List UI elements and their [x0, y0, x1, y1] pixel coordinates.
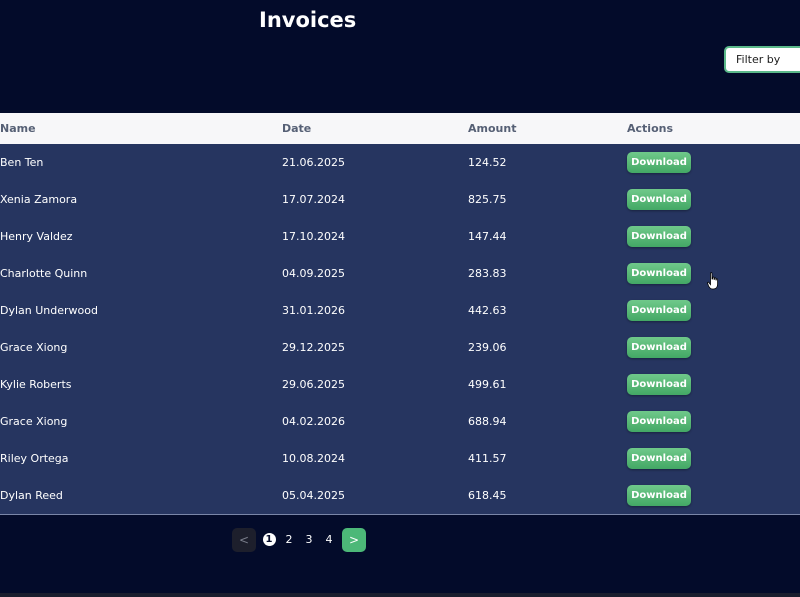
page-1-button[interactable]: 1: [261, 528, 277, 552]
invoice-amount: 825.75: [468, 193, 507, 206]
previous-page-button[interactable]: <: [232, 528, 256, 552]
invoice-name: Grace Xiong: [0, 341, 68, 354]
table-row: Charlotte Quinn 04.09.2025 283.83 Downlo…: [0, 255, 800, 292]
invoice-name: Riley Ortega: [0, 452, 69, 465]
page-2-button[interactable]: 2: [281, 528, 297, 552]
invoice-date: 04.02.2026: [282, 415, 345, 428]
invoice-amount: 618.45: [468, 489, 507, 502]
download-button[interactable]: Download: [627, 411, 691, 432]
invoice-name: Charlotte Quinn: [0, 267, 88, 280]
invoice-amount: 499.61: [468, 378, 507, 391]
invoice-date: 31.01.2026: [282, 304, 345, 317]
invoice-name: Grace Xiong: [0, 415, 68, 428]
download-button[interactable]: Download: [627, 226, 691, 247]
table-row: Kylie Roberts 29.06.2025 499.61 Download: [0, 366, 800, 403]
download-button[interactable]: Download: [627, 189, 691, 210]
table-row: Dylan Reed 05.04.2025 618.45 Download: [0, 477, 800, 514]
download-button[interactable]: Download: [627, 448, 691, 469]
column-header-date[interactable]: Date: [282, 113, 311, 144]
next-page-button[interactable]: >: [342, 528, 366, 552]
invoice-date: 10.08.2024: [282, 452, 345, 465]
invoice-date: 17.07.2024: [282, 193, 345, 206]
hand-cursor-icon: [707, 272, 718, 290]
invoice-name: Dylan Reed: [0, 489, 63, 502]
invoice-amount: 283.83: [468, 267, 507, 280]
table-row: Grace Xiong 04.02.2026 688.94 Download: [0, 403, 800, 440]
column-header-name[interactable]: Name: [0, 113, 36, 144]
invoice-name: Henry Valdez: [0, 230, 73, 243]
page-title: Invoices: [259, 8, 357, 32]
invoice-amount: 147.44: [468, 230, 507, 243]
invoice-amount: 411.57: [468, 452, 507, 465]
invoice-date: 04.09.2025: [282, 267, 345, 280]
invoice-date: 29.12.2025: [282, 341, 345, 354]
table-row: Dylan Underwood 31.01.2026 442.63 Downlo…: [0, 292, 800, 329]
invoice-date: 05.04.2025: [282, 489, 345, 502]
invoice-name: Xenia Zamora: [0, 193, 78, 206]
table-row: Grace Xiong 29.12.2025 239.06 Download: [0, 329, 800, 366]
invoice-name: Ben Ten: [0, 156, 44, 169]
taskbar-strip: [0, 593, 800, 597]
invoice-table-body: Ben Ten 21.06.2025 124.52 Download Xenia…: [0, 144, 800, 515]
table-header: Name Date Amount Actions: [0, 113, 800, 144]
invoice-amount: 124.52: [468, 156, 507, 169]
page-3-button[interactable]: 3: [301, 528, 317, 552]
page-number: 1: [262, 532, 276, 546]
table-row: Ben Ten 21.06.2025 124.52 Download: [0, 144, 800, 181]
invoice-amount: 239.06: [468, 341, 507, 354]
invoice-name: Kylie Roberts: [0, 378, 72, 391]
invoice-date: 21.06.2025: [282, 156, 345, 169]
invoice-amount: 688.94: [468, 415, 507, 428]
page-4-button[interactable]: 4: [321, 528, 337, 552]
filter-input[interactable]: Filter by: [724, 46, 800, 73]
invoice-name: Dylan Underwood: [0, 304, 98, 317]
table-row: Riley Ortega 10.08.2024 411.57 Download: [0, 440, 800, 477]
column-header-actions: Actions: [627, 122, 673, 135]
download-button[interactable]: Download: [627, 337, 691, 358]
download-button[interactable]: Download: [627, 263, 691, 284]
invoice-amount: 442.63: [468, 304, 507, 317]
download-button[interactable]: Download: [627, 485, 691, 506]
download-button[interactable]: Download: [627, 374, 691, 395]
download-button[interactable]: Download: [627, 300, 691, 321]
table-row: Henry Valdez 17.10.2024 147.44 Download: [0, 218, 800, 255]
invoice-date: 29.06.2025: [282, 378, 345, 391]
download-button[interactable]: Download: [627, 152, 691, 173]
column-header-amount[interactable]: Amount: [468, 113, 516, 144]
table-row: Xenia Zamora 17.07.2024 825.75 Download: [0, 181, 800, 218]
invoice-date: 17.10.2024: [282, 230, 345, 243]
